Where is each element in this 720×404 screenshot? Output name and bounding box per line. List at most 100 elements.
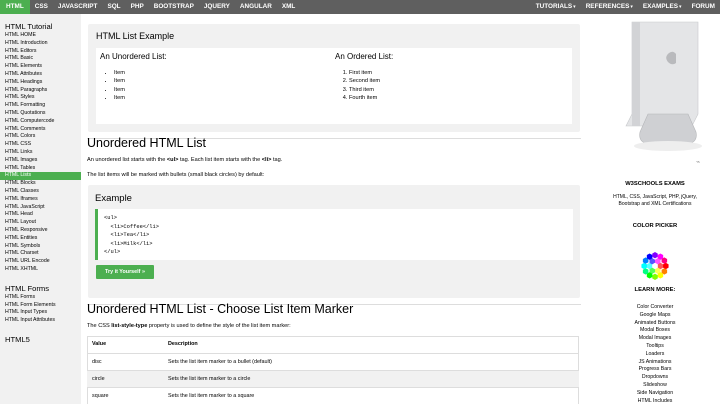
learn-more-link[interactable]: Modal Boxes (590, 327, 720, 335)
nav-examples[interactable]: EXAMPLES▾ (638, 0, 687, 14)
text-span: tag. Each list item starts with the (178, 157, 262, 163)
list-item: Third item (349, 86, 380, 94)
nav-css[interactable]: CSS (30, 0, 53, 14)
sidebar-item-html-xhtml[interactable]: HTML XHTML (0, 266, 81, 274)
sidebar-item-html-formatting[interactable]: HTML Formatting (0, 102, 81, 110)
chevron-down-icon: ▾ (573, 4, 576, 10)
top-navigation: HTML CSS JAVASCRIPT SQL PHP BOOTSTRAP JQUERY AN… (0, 0, 720, 14)
sidebar-item-html-charset[interactable]: HTML Charset (0, 250, 81, 258)
sidebar-item-html-tables[interactable]: HTML Tables (0, 165, 81, 173)
nav-jquery[interactable]: JQUERY (199, 0, 235, 14)
paragraph-bullets-default: The list items will be marked with bulle… (87, 172, 265, 178)
sidebar-item-html-comments[interactable]: HTML Comments (0, 126, 81, 134)
svg-text:⌁: ⌁ (696, 159, 700, 166)
nav-label: FORUM (691, 3, 715, 10)
sidebar-item-html-introduction[interactable]: HTML Introduction (0, 40, 81, 48)
ordered-list-demo: First itemSecond itemThird itemFourth it… (341, 69, 380, 103)
table-cell-description: Sets the list item marker to a circle (163, 370, 579, 388)
color-picker-icon[interactable] (639, 250, 671, 282)
sidebar-item-html-paragraphs[interactable]: HTML Paragraphs (0, 87, 81, 95)
learn-more-link[interactable]: Animated Buttons (590, 320, 720, 328)
learn-more-link[interactable]: Tooltips (590, 343, 720, 351)
learn-more-link[interactable]: HTML Includes (590, 398, 720, 404)
sidebar-item-html-input-types[interactable]: HTML Input Types (0, 309, 81, 317)
learn-more-link[interactable]: Dropdowns (590, 374, 720, 382)
sidebar-item-html-input-attributes[interactable]: HTML Input Attributes (0, 317, 81, 325)
color-swatch[interactable] (652, 252, 658, 259)
sidebar-item-html-quotations[interactable]: HTML Quotations (0, 110, 81, 118)
color-swatch[interactable] (652, 273, 658, 280)
sidebar-item-html-iframes[interactable]: HTML Iframes (0, 196, 81, 204)
paragraph-ul-intro: An unordered list starts with the <ul> t… (87, 157, 282, 164)
learn-more-link[interactable]: JS Animations (590, 359, 720, 367)
sidebar-item-html-javascript[interactable]: HTML JavaScript (0, 204, 81, 212)
nav-tutorials[interactable]: TUTORIALS▾ (531, 0, 581, 14)
sidebar-item-html-basic[interactable]: HTML Basic (0, 55, 81, 63)
sidebar-item-html-images[interactable]: HTML Images (0, 157, 81, 165)
learn-more-link[interactable]: Progress Bars (590, 366, 720, 374)
learn-more-link[interactable]: Loaders (590, 351, 720, 359)
sidebar-item-html-classes[interactable]: HTML Classes (0, 188, 81, 196)
table-row: disc Sets the list item marker to a bulle… (87, 353, 579, 371)
nav-angular[interactable]: ANGULAR (235, 0, 277, 14)
ordered-list-title: An Ordered List: (335, 52, 394, 61)
laptop-stand-ad-image[interactable]: ⌁ (604, 14, 710, 166)
html-list-example-box: HTML List Example An Unordered List: Ite… (88, 24, 580, 132)
color-swatch[interactable] (663, 262, 669, 270)
sidebar-item-html-css[interactable]: HTML CSS (0, 141, 81, 149)
sidebar-item-html-links[interactable]: HTML Links (0, 149, 81, 157)
nav-html[interactable]: HTML (0, 0, 30, 14)
learn-more-link[interactable]: Slideshow (590, 382, 720, 390)
text-span: tag. (271, 157, 283, 163)
nav-php[interactable]: PHP (126, 0, 149, 14)
sidebar-item-html-lists[interactable]: HTML Lists (0, 172, 81, 181)
sidebar-item-html-editors[interactable]: HTML Editors (0, 48, 81, 56)
sidebar-item-html-form-elements[interactable]: HTML Form Elements (0, 302, 81, 310)
code-example-title: Example (95, 193, 132, 204)
text-span: property is used to define the style of … (147, 323, 291, 329)
sidebar-item-html-home[interactable]: HTML HOME (0, 32, 81, 40)
try-it-yourself-button[interactable]: Try it Yourself » (96, 265, 154, 279)
learn-more-link[interactable]: Google Maps (590, 312, 720, 320)
sidebar-item-html-blocks[interactable]: HTML Blocks (0, 180, 81, 188)
sidebar-item-html-head[interactable]: HTML Head (0, 211, 81, 219)
sidebar-heading-html-tutorial: HTML Tutorial (5, 22, 53, 31)
learn-more-link[interactable]: Side Navigation (590, 390, 720, 398)
nav-label: TUTORIALS (535, 3, 573, 10)
sidebar-item-html-colors[interactable]: HTML Colors (0, 133, 81, 141)
nav-javascript[interactable]: JAVASCRIPT (53, 0, 103, 14)
section-heading-marker: Unordered HTML List - Choose List Item M… (87, 302, 354, 316)
sidebar-item-html-symbols[interactable]: HTML Symbols (0, 243, 81, 251)
nav-forum[interactable]: FORUM (687, 0, 720, 14)
sidebar-tutorial-list: HTML HOME HTML Introduction HTML Editors HT… (0, 32, 81, 274)
sidebar-item-html-computercode[interactable]: HTML Computercode (0, 118, 81, 126)
learn-more-link[interactable]: Modal Images (590, 335, 720, 343)
exams-title[interactable]: W3SCHOOLS EXAMS (590, 180, 720, 188)
sidebar-item-html-entities[interactable]: HTML Entities (0, 235, 81, 243)
sidebar-item-html-attributes[interactable]: HTML Attributes (0, 71, 81, 79)
sidebar-item-html-url-encode[interactable]: HTML URL Encode (0, 258, 81, 266)
sidebar-item-html-layout[interactable]: HTML Layout (0, 219, 81, 227)
table-cell-value: circle (87, 370, 163, 388)
nav-label: EXAMPLES (642, 3, 679, 10)
nav-sql[interactable]: SQL (102, 0, 125, 14)
sidebar-item-html-forms[interactable]: HTML Forms (0, 294, 81, 302)
exams-text-line2: Bootstrap and XML Certifications (618, 201, 692, 207)
list-item: Item (114, 69, 125, 77)
nav-xml[interactable]: XML (277, 0, 301, 14)
table-body: disc Sets the list item marker to a bulle… (87, 353, 579, 404)
table-cell-value: square (87, 387, 163, 404)
sidebar-item-html-elements[interactable]: HTML Elements (0, 63, 81, 71)
sidebar-item-html-styles[interactable]: HTML Styles (0, 94, 81, 102)
code-line: <li>Tea</li> (104, 232, 150, 238)
sidebar-item-html-headings[interactable]: HTML Headings (0, 79, 81, 87)
learn-more-link[interactable]: Color Converter (590, 304, 720, 312)
section-heading-unordered: Unordered HTML List (87, 136, 207, 150)
sidebar-item-html-responsive[interactable]: HTML Responsive (0, 227, 81, 235)
list-item: Second item (349, 77, 380, 85)
color-swatch[interactable] (641, 262, 647, 270)
nav-bootstrap[interactable]: BOOTSTRAP (149, 0, 199, 14)
color-picker-title[interactable]: COLOR PICKER (590, 222, 720, 230)
nav-references[interactable]: REFERENCES▾ (581, 0, 638, 14)
list-item: Fourth item (349, 94, 380, 102)
